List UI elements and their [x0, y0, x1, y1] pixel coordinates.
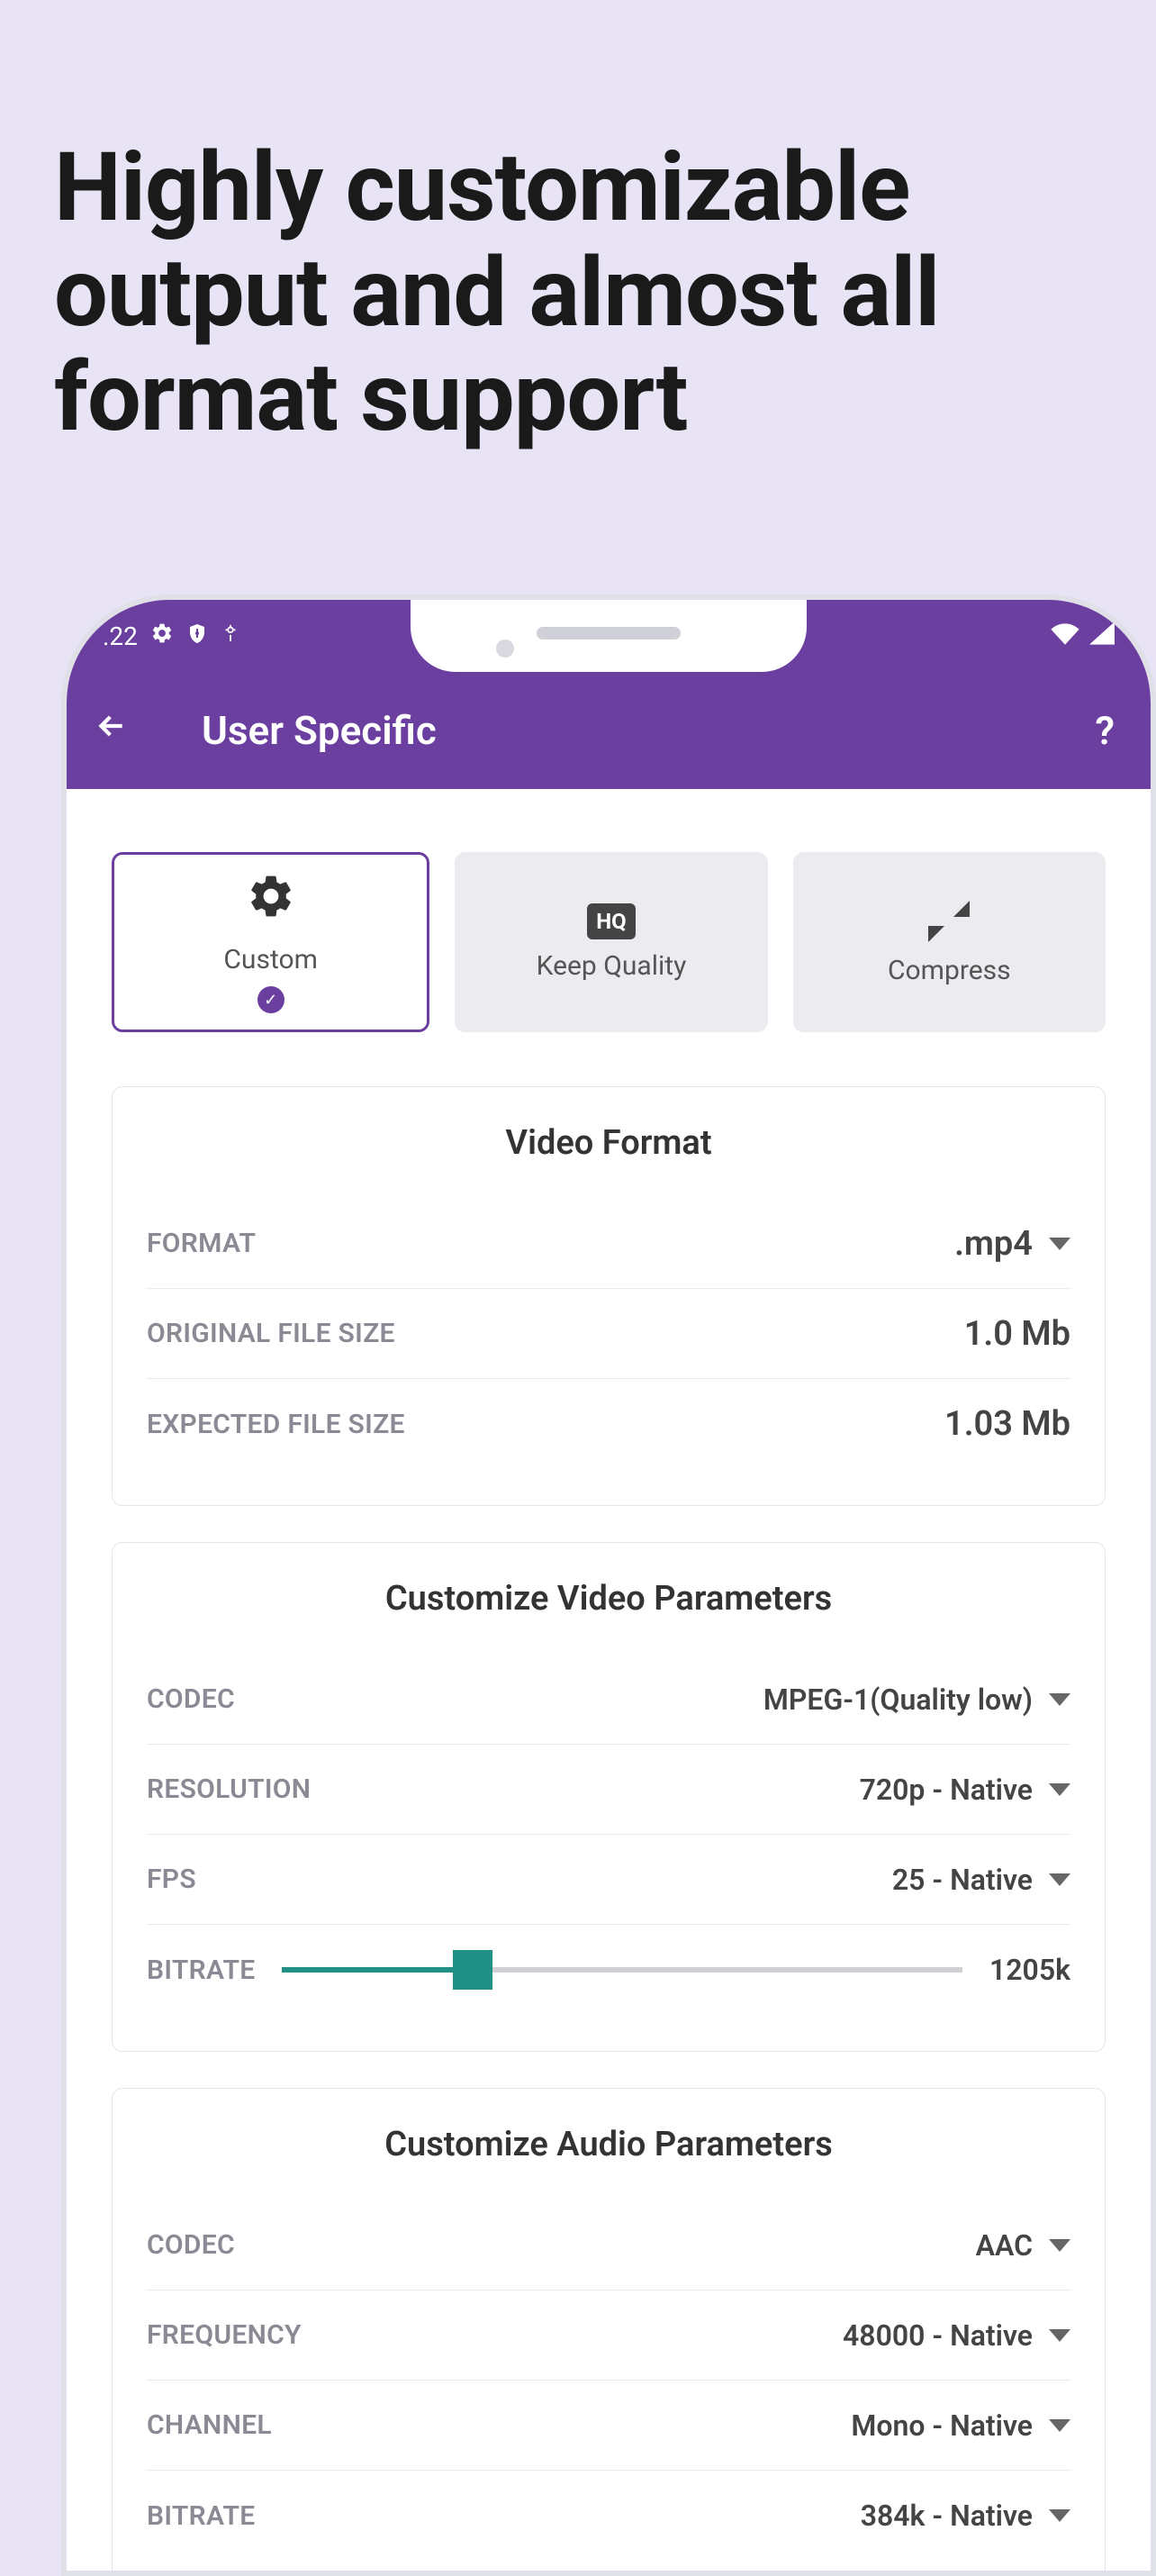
- video-codec-row[interactable]: CODEC MPEG-1(Quality low): [147, 1655, 1070, 1745]
- tab-keep-quality[interactable]: HQ Keep Quality: [455, 852, 767, 1032]
- video-codec-value: MPEG-1(Quality low): [763, 1683, 1033, 1717]
- wifi-icon: [1050, 621, 1080, 651]
- chevron-down-icon: [1049, 2329, 1070, 2342]
- expected-size-row: EXPECTED FILE SIZE 1.03 Mb: [147, 1379, 1070, 1469]
- hq-icon: HQ: [587, 903, 636, 939]
- expected-size-value: 1.03 Mb: [944, 1404, 1070, 1444]
- chevron-down-icon: [1049, 1238, 1070, 1250]
- chevron-down-icon: [1049, 1693, 1070, 1706]
- tab-keep-quality-label: Keep Quality: [537, 950, 687, 982]
- fps-label: FPS: [147, 1864, 196, 1895]
- channel-value: Mono - Native: [851, 2408, 1033, 2443]
- compress-icon: [926, 899, 971, 944]
- video-bitrate-slider[interactable]: [282, 1967, 962, 1973]
- video-format-title: Video Format: [147, 1123, 1070, 1163]
- frequency-label: FREQUENCY: [147, 2319, 302, 2351]
- help-button[interactable]: ?: [1095, 707, 1115, 754]
- phone-notch: [411, 600, 807, 672]
- tab-custom-label: Custom: [223, 944, 318, 975]
- shield-icon: [186, 621, 208, 651]
- channel-label: CHANNEL: [147, 2409, 272, 2441]
- fps-row[interactable]: FPS 25 - Native: [147, 1835, 1070, 1925]
- audio-bitrate-value: 384k - Native: [861, 2499, 1033, 2533]
- check-icon: ✓: [257, 986, 284, 1013]
- frequency-value: 48000 - Native: [843, 2318, 1033, 2353]
- promo-headline: Highly customizable output and almost al…: [0, 0, 1156, 504]
- audio-bitrate-label: BITRATE: [147, 2500, 255, 2532]
- page-title: User Specific: [202, 707, 437, 754]
- format-label: FORMAT: [147, 1228, 256, 1259]
- resolution-label: RESOLUTION: [147, 1773, 311, 1805]
- settings-icon: [150, 621, 174, 651]
- original-size-row: ORIGINAL FILE SIZE 1.0 Mb: [147, 1289, 1070, 1379]
- status-time: .22: [103, 621, 138, 651]
- back-button[interactable]: [94, 707, 130, 754]
- chevron-down-icon: [1049, 2239, 1070, 2252]
- audio-params-title: Customize Audio Parameters: [147, 2125, 1070, 2164]
- chevron-down-icon: [1049, 1873, 1070, 1886]
- audio-codec-label: CODEC: [147, 2229, 235, 2261]
- app-bar: User Specific ?: [67, 672, 1151, 789]
- video-bitrate-row: BITRATE 1205k: [147, 1925, 1070, 2015]
- gear-icon: [246, 871, 296, 933]
- tab-custom[interactable]: Custom ✓: [112, 852, 429, 1032]
- resolution-value: 720p - Native: [860, 1773, 1033, 1807]
- video-format-card: Video Format FORMAT .mp4 ORIGINAL FILE S…: [112, 1086, 1106, 1506]
- audio-bitrate-row[interactable]: BITRATE 384k - Native: [147, 2471, 1070, 2561]
- chevron-down-icon: [1049, 1783, 1070, 1796]
- original-size-value: 1.0 Mb: [964, 1314, 1070, 1354]
- fps-value: 25 - Native: [892, 1863, 1033, 1897]
- channel-row[interactable]: CHANNEL Mono - Native: [147, 2381, 1070, 2471]
- tab-compress-label: Compress: [888, 955, 1011, 986]
- format-row[interactable]: FORMAT .mp4: [147, 1199, 1070, 1289]
- video-params-card: Customize Video Parameters CODEC MPEG-1(…: [112, 1542, 1106, 2052]
- mode-tabs: Custom ✓ HQ Keep Quality Compress: [112, 852, 1106, 1032]
- video-bitrate-label: BITRATE: [147, 1955, 255, 1986]
- cell-signal-icon: [1089, 621, 1115, 651]
- chevron-down-icon: [1049, 2509, 1070, 2522]
- resolution-row[interactable]: RESOLUTION 720p - Native: [147, 1745, 1070, 1835]
- audio-params-card: Customize Audio Parameters CODEC AAC FRE…: [112, 2088, 1106, 2576]
- audio-codec-row[interactable]: CODEC AAC: [147, 2200, 1070, 2290]
- video-codec-label: CODEC: [147, 1683, 235, 1715]
- chevron-down-icon: [1049, 2419, 1070, 2432]
- video-bitrate-value: 1205k: [989, 1953, 1070, 1987]
- original-size-label: ORIGINAL FILE SIZE: [147, 1318, 395, 1349]
- content-area: Custom ✓ HQ Keep Quality Compress Video …: [67, 789, 1151, 2576]
- phone-mockup: .22 User Specific ?: [61, 594, 1156, 2576]
- tab-compress[interactable]: Compress: [793, 852, 1106, 1032]
- slider-thumb[interactable]: [453, 1950, 492, 1990]
- location-icon: [221, 621, 240, 651]
- expected-size-label: EXPECTED FILE SIZE: [147, 1409, 405, 1440]
- audio-codec-value: AAC: [976, 2228, 1033, 2263]
- video-params-title: Customize Video Parameters: [147, 1579, 1070, 1619]
- format-value: .mp4: [954, 1224, 1033, 1264]
- frequency-row[interactable]: FREQUENCY 48000 - Native: [147, 2290, 1070, 2381]
